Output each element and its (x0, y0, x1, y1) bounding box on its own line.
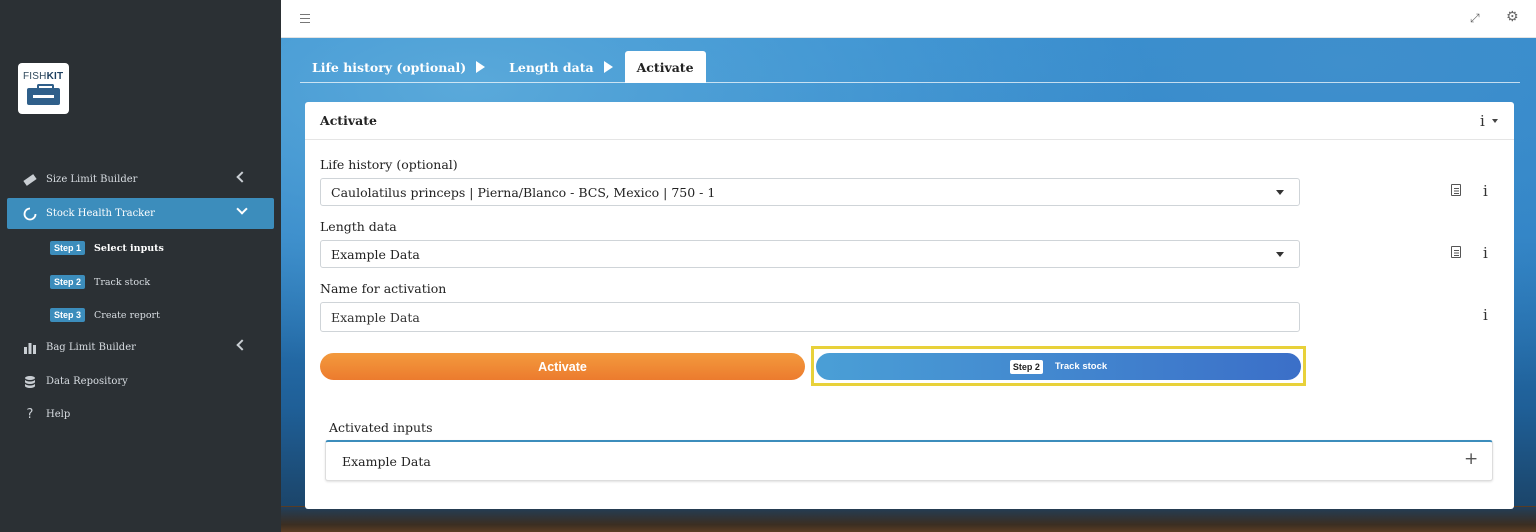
sidebar-item-label: Data Repository (46, 376, 128, 387)
top-bar: ⤢ ⚙ (281, 0, 1536, 38)
tab-label: Activate (636, 59, 694, 75)
tab-activate[interactable]: Activate (624, 51, 706, 83)
step-badge: Step 1 (50, 241, 86, 255)
sidebar-item-size-limit-builder[interactable]: Size Limit Builder (7, 164, 274, 195)
sidebar-item-label: Size Limit Builder (46, 174, 138, 185)
life-history-label: Life history (optional) (320, 157, 458, 172)
fishkit-logo[interactable]: FISHKIT (18, 63, 69, 114)
subitem-label: Create report (94, 309, 160, 321)
sidebar-subitem-step-2[interactable]: Step 2 Track stock (50, 274, 150, 290)
hamburger-icon[interactable] (300, 14, 310, 23)
chevron-left-icon (236, 339, 248, 351)
tabs-divider (300, 82, 1520, 83)
step-tabs: Life history (optional) Length data Acti… (300, 51, 706, 83)
reef-image (281, 506, 1536, 532)
circle-notch-icon (23, 207, 37, 221)
activated-inputs-title: Activated inputs (329, 420, 433, 435)
play-arrow-icon (476, 61, 486, 73)
ruler-icon (23, 173, 37, 187)
caret-down-icon (1276, 252, 1284, 257)
info-icon[interactable]: i (1483, 182, 1488, 200)
activated-input-panel[interactable]: Example Data + (325, 440, 1493, 481)
toolbox-icon (27, 84, 60, 105)
document-icon[interactable] (1451, 184, 1461, 196)
document-icon[interactable] (1451, 246, 1461, 258)
caret-down-icon (1276, 190, 1284, 195)
tab-life-history[interactable]: Life history (optional) (300, 51, 497, 83)
info-icon[interactable]: i (1483, 244, 1488, 262)
gear-icon[interactable]: ⚙ (1506, 10, 1520, 24)
bar-chart-icon (23, 341, 37, 355)
database-icon (23, 375, 37, 389)
step-badge: Step 2 (50, 275, 86, 289)
question-icon: ? (26, 407, 34, 422)
card-title: Activate (320, 113, 377, 128)
life-history-select[interactable]: Caulolatilus princeps | Pierna/Blanco - … (320, 178, 1300, 206)
step-badge: Step 2 (1009, 359, 1043, 374)
select-value: Caulolatilus princeps | Pierna/Blanco - … (331, 184, 716, 200)
panel-title: Example Data (342, 454, 431, 469)
length-data-label: Length data (320, 219, 397, 234)
sidebar-item-label: Stock Health Tracker (46, 208, 155, 219)
chevron-down-icon (236, 203, 248, 215)
activate-card: Activate i Life history (optional) Caulo… (305, 102, 1514, 509)
activation-name-label: Name for activation (320, 281, 447, 296)
sidebar-subitem-step-1[interactable]: Step 1 Select inputs (50, 240, 164, 256)
play-arrow-icon (603, 61, 613, 73)
chevron-left-icon (236, 171, 248, 183)
sidebar-item-bag-limit-builder[interactable]: Bag Limit Builder (7, 332, 274, 363)
logo-text: FISHKIT (23, 71, 64, 82)
expand-icon[interactable]: ⤢ (1470, 12, 1482, 24)
sidebar: FISHKIT Size Limit Builder Stock Health … (0, 0, 281, 532)
length-data-select[interactable]: Example Data (320, 240, 1300, 268)
tab-label: Life history (optional) (312, 59, 467, 75)
info-icon[interactable]: i (1483, 306, 1488, 324)
caret-down-icon[interactable] (1492, 119, 1498, 123)
button-label: Track stock (1054, 361, 1108, 372)
subitem-label: Track stock (94, 276, 151, 288)
plus-icon[interactable]: + (1464, 451, 1478, 468)
sidebar-item-label: Bag Limit Builder (46, 342, 136, 353)
tab-label: Length data (509, 59, 594, 75)
step-badge: Step 3 (50, 308, 86, 322)
sidebar-subitem-step-3[interactable]: Step 3 Create report (50, 307, 160, 323)
sidebar-item-label: Help (46, 409, 71, 420)
tab-length-data[interactable]: Length data (497, 51, 625, 83)
subitem-label: Select inputs (94, 242, 164, 254)
sidebar-item-stock-health-tracker[interactable]: Stock Health Tracker (7, 198, 274, 229)
info-icon[interactable]: i (1480, 112, 1485, 130)
sidebar-item-help[interactable]: ? Help (7, 399, 274, 430)
select-value: Example Data (331, 246, 420, 262)
card-header: Activate i (305, 102, 1514, 140)
track-stock-button[interactable]: Step 2 Track stock (816, 353, 1301, 380)
activate-button[interactable]: Activate (320, 353, 805, 380)
activation-name-input[interactable] (320, 302, 1300, 332)
sidebar-item-data-repository[interactable]: Data Repository (7, 366, 274, 397)
